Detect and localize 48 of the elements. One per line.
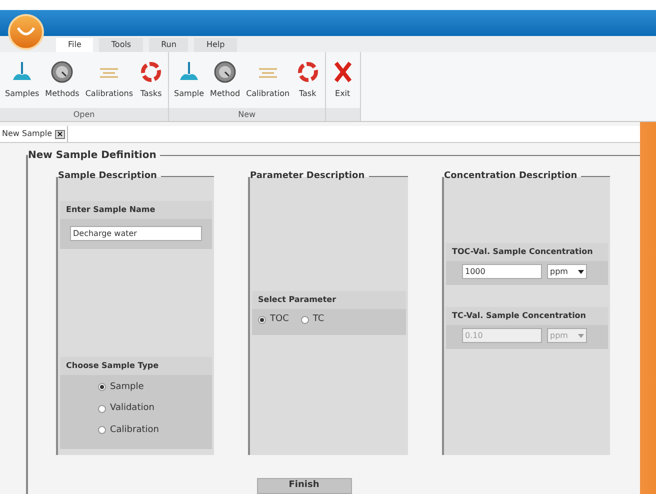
ribbon-button[interactable]: Calibrations — [82, 52, 136, 108]
sample-name-field[interactable]: Decharge water — [70, 226, 202, 241]
caret-icon — [578, 270, 584, 274]
ribbon-button[interactable]: Exit — [328, 52, 358, 108]
radio-button[interactable] — [98, 426, 106, 434]
finish-button[interactable]: Finish — [256, 478, 352, 494]
radio-option[interactable]: Calibration — [98, 424, 212, 437]
ribbon-button[interactable]: Sample — [171, 52, 208, 108]
ribbon-button[interactable]: Calibration — [243, 52, 293, 108]
ribbon-button[interactable]: Method — [207, 52, 244, 108]
group-footer — [326, 108, 360, 121]
field-label: Select Parameter — [252, 291, 406, 309]
group-title: Parameter Description — [250, 170, 365, 183]
radio-button[interactable] — [300, 316, 309, 324]
field-label: TC-Val. Sample Concentration — [446, 307, 608, 325]
radio-button[interactable] — [98, 383, 106, 392]
close-icon[interactable] — [55, 130, 65, 138]
menu-tab[interactable]: Help — [194, 38, 237, 52]
field-label: Choose Sample Type — [60, 356, 212, 374]
clock-icon — [50, 60, 74, 84]
group-label: New — [169, 108, 325, 121]
field-label: Enter Sample Name — [60, 201, 212, 219]
clock-icon — [213, 60, 238, 84]
app-logo-icon[interactable] — [8, 14, 44, 50]
menu-tab[interactable]: Run — [149, 38, 188, 52]
ribbon-button[interactable]: Tasks — [136, 52, 166, 108]
group-label: Open — [0, 108, 168, 121]
menu-tab[interactable]: File — [56, 38, 94, 52]
menu-tab[interactable]: Tools — [99, 38, 144, 52]
concentration-field[interactable]: 1000 — [462, 264, 542, 279]
radio-button[interactable] — [258, 316, 266, 324]
radio-option[interactable]: TC — [300, 313, 324, 326]
ribbon-button[interactable]: Task — [292, 52, 323, 108]
field-label: TOC-Val. Sample Concentration — [446, 243, 608, 261]
document-tab[interactable]: New Sample — [0, 126, 68, 142]
ring-icon — [139, 60, 164, 84]
form-title: New Sample Definition — [28, 149, 156, 163]
caret-icon — [578, 334, 584, 338]
radio-option[interactable]: Sample — [98, 380, 212, 394]
ribbon-button[interactable]: Methods — [42, 52, 82, 108]
group-title: Sample Description — [58, 170, 157, 183]
unit-dropdown[interactable]: ppm — [547, 264, 587, 279]
group-title: Concentration Description — [444, 170, 578, 183]
ring-icon — [296, 60, 320, 84]
radio-option[interactable]: TOC — [258, 313, 289, 326]
radio-option[interactable]: Validation — [98, 402, 212, 416]
radio-button[interactable] — [98, 404, 106, 413]
ribbon-button[interactable]: Samples — [2, 52, 42, 108]
